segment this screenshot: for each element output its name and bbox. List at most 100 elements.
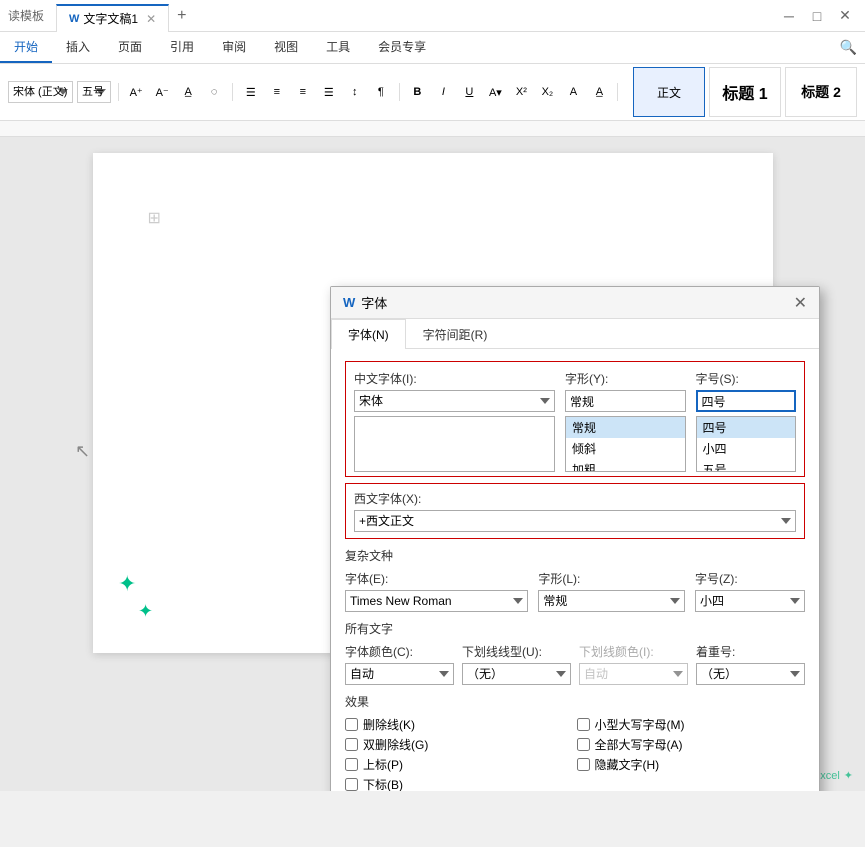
style-heading2[interactable]: 标题 2	[785, 67, 857, 117]
align-right-button[interactable]: ≡	[292, 81, 314, 103]
font-format-button[interactable]: A̲	[177, 81, 199, 103]
effect-strikethrough: 删除线(K)	[345, 716, 574, 733]
tab-start[interactable]: 开始	[0, 32, 52, 63]
effect-double-strikethrough: 双删除线(G)	[345, 736, 574, 753]
highlight-button[interactable]: A	[562, 81, 584, 103]
doc-tab-label: 文字文稿1	[83, 10, 138, 27]
strikethrough-checkbox[interactable]	[345, 718, 358, 731]
font-style-input[interactable]: 常规	[565, 390, 686, 412]
font-size-input[interactable]: 四号	[696, 390, 796, 412]
italic-button[interactable]: I	[432, 81, 454, 103]
tab-review[interactable]: 审阅	[208, 32, 260, 63]
dialog-tabs: 字体(N) 字符间距(R)	[331, 319, 819, 349]
title-bar: 读模板 W 文字文稿1 ✕ + ─ □ ✕	[0, 0, 865, 32]
subscript-label: 下标(B)	[363, 776, 403, 791]
style-option-bold[interactable]: 加粗	[566, 459, 685, 472]
separator-1	[118, 83, 119, 101]
chinese-font-listbox	[354, 416, 555, 472]
line-spacing-button[interactable]: ↕	[344, 81, 366, 103]
complex-style-selector[interactable]: 常规	[538, 590, 685, 612]
complex-style-col: 字形(L): 常规	[538, 570, 685, 612]
dialog-body: 中文字体(I): 宋体 字形(Y): 常规 字号(S): 四号	[331, 349, 819, 791]
size-option-4[interactable]: 四号	[697, 417, 795, 438]
size-option-5[interactable]: 五号	[697, 459, 795, 472]
dialog-close-button[interactable]: ✕	[794, 293, 807, 313]
font-increase-button[interactable]: A⁺	[125, 81, 147, 103]
western-font-selector[interactable]: +西文正文	[354, 510, 796, 532]
font-size-list[interactable]: 四号 小四 五号	[696, 416, 796, 472]
style-buttons: 正文 标题 1 标题 2	[633, 67, 857, 117]
tab-char-spacing[interactable]: 字符间距(R)	[406, 319, 505, 349]
superscript-label: 上标(P)	[363, 756, 403, 773]
double-strikethrough-label: 双删除线(G)	[363, 736, 428, 753]
font-decrease-button[interactable]: A⁻	[151, 81, 173, 103]
hidden-checkbox[interactable]	[577, 758, 590, 771]
font-color-selector[interactable]: 自动	[345, 663, 454, 685]
effects-title: 效果	[345, 693, 805, 710]
superscript-checkbox[interactable]	[345, 758, 358, 771]
page-grid-icon: ⊞	[148, 208, 161, 228]
tab-insert[interactable]: 插入	[52, 32, 104, 63]
tab-font[interactable]: 字体(N)	[331, 319, 406, 349]
ribbon-tabs: 开始 插入 页面 引用 审阅 视图 工具 会员专享 🔍	[0, 32, 865, 64]
complex-size-selector[interactable]: 小四	[695, 590, 805, 612]
underline-style-selector[interactable]: （无）	[462, 663, 571, 685]
bold-button[interactable]: B	[406, 81, 428, 103]
align-justify-button[interactable]: ☰	[318, 81, 340, 103]
chinese-font-list[interactable]	[354, 416, 555, 472]
font-bg-button[interactable]: A̲	[588, 81, 610, 103]
text-color-button[interactable]: A▾	[484, 81, 506, 103]
tab-vip[interactable]: 会员专享	[364, 32, 440, 63]
superscript-button[interactable]: X²	[510, 81, 532, 103]
chinese-font-selector[interactable]: 宋体	[354, 390, 555, 412]
clear-format-button[interactable]: ◌	[203, 81, 225, 103]
underline-style-label: 下划线线型(U):	[462, 643, 571, 660]
style-normal[interactable]: 正文	[633, 67, 705, 117]
emphasis-selector[interactable]: （无）	[696, 663, 805, 685]
complex-font-row: 字体(E): Times New Roman 字形(L): 常规 字号(Z): …	[345, 570, 805, 612]
align-left-button[interactable]: ☰	[240, 81, 262, 103]
tab-tools[interactable]: 工具	[312, 32, 364, 63]
align-center-button[interactable]: ≡	[266, 81, 288, 103]
style-heading1[interactable]: 标题 1	[709, 67, 781, 117]
search-icon[interactable]: 🔍	[840, 39, 857, 56]
hidden-label: 隐藏文字(H)	[595, 756, 660, 773]
tab-reference[interactable]: 引用	[156, 32, 208, 63]
style-option-regular[interactable]: 常规	[566, 417, 685, 438]
doc-tab[interactable]: W 文字文稿1 ✕	[56, 4, 169, 32]
minimize-button[interactable]: ─	[777, 4, 801, 28]
dialog-wps-icon: W	[343, 295, 355, 310]
tab-page[interactable]: 页面	[104, 32, 156, 63]
font-size-header: 字号(S):	[696, 370, 796, 387]
size-option-s4[interactable]: 小四	[697, 438, 795, 459]
double-strikethrough-checkbox[interactable]	[345, 738, 358, 751]
chinese-font-label: 中文字体(I):	[354, 370, 555, 387]
window-close-button[interactable]: ✕	[833, 4, 857, 28]
all-text-row: 字体颜色(C): 自动 下划线线型(U): （无） 下划线颜色(I): 自动	[345, 643, 805, 685]
separator-4	[617, 83, 618, 101]
tab-view[interactable]: 视图	[260, 32, 312, 63]
complex-font-col: 字体(E): Times New Roman	[345, 570, 528, 612]
font-family-selector[interactable]: 宋体 (正文)	[8, 81, 73, 103]
font-style-col: 字形(Y): 常规	[565, 370, 686, 412]
complex-style-label: 字形(L):	[538, 570, 685, 587]
style-option-italic[interactable]: 倾斜	[566, 438, 685, 459]
paragraph-spacing-button[interactable]: ¶	[370, 81, 392, 103]
complex-size-col: 字号(Z): 小四	[695, 570, 805, 612]
strikethrough-label: 删除线(K)	[363, 716, 415, 733]
font-size-selector[interactable]: 五号	[77, 81, 111, 103]
document-area: ⊞ ↖ ✦ ✦ W 字体 ✕ 字体(N) 字符间距(R) 中文字体(I):	[0, 121, 865, 791]
subscript-checkbox[interactable]	[345, 778, 358, 791]
font-style-listbox: 常规 倾斜 加粗	[565, 416, 686, 472]
underline-button[interactable]: U	[458, 81, 480, 103]
chinese-font-col: 中文字体(I): 宋体	[354, 370, 555, 412]
complex-font-selector[interactable]: Times New Roman	[345, 590, 528, 612]
maximize-button[interactable]: □	[805, 4, 829, 28]
all-caps-checkbox[interactable]	[577, 738, 590, 751]
subscript-button[interactable]: X₂	[536, 81, 558, 103]
underline-color-selector[interactable]: 自动	[579, 663, 688, 685]
new-tab-button[interactable]: +	[177, 7, 186, 25]
small-caps-checkbox[interactable]	[577, 718, 590, 731]
font-style-list[interactable]: 常规 倾斜 加粗	[565, 416, 686, 472]
doc-tab-close[interactable]: ✕	[146, 12, 156, 26]
